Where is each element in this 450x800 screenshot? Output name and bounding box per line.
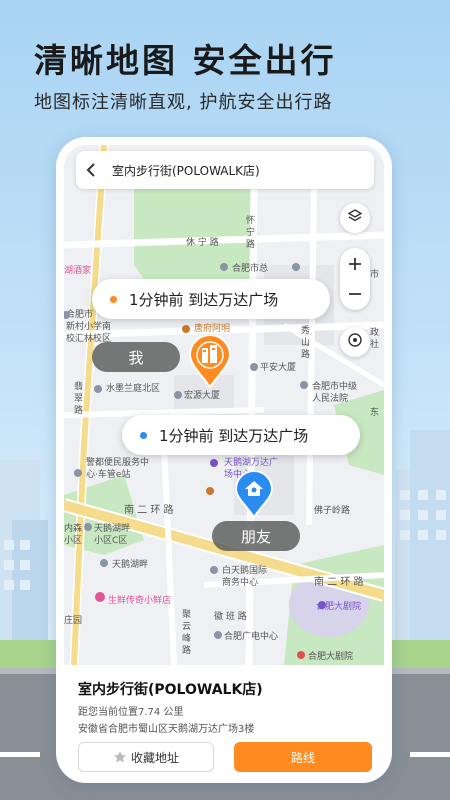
map-label: 南 二 环 路 [124,503,174,516]
map-label: 合肥大剧院 [308,650,353,662]
route-button[interactable]: 路线 [234,742,372,772]
map-label: 山 [301,337,310,348]
promo-headline: 清晰地图 安全出行 [34,41,337,80]
map-label: 合肥市 [66,308,93,320]
map-label: 徽 班 路 [214,610,247,622]
map-label: 佛子岭路 [314,504,350,516]
map-label: 南 二 环 路 [314,575,364,588]
map-label: 秀 [301,324,310,336]
map-label: 聚 [182,609,191,620]
zoom-control [340,248,370,310]
locate-button[interactable] [340,327,370,357]
locate-icon [347,332,363,352]
map-label: 云 [182,622,191,632]
map-label: 合肥广电中心 [224,630,278,642]
place-info-panel: 室内步行街(POLOWALK店) 距您当前位置7.74 公里 安徽省合肥市蜀山区… [64,665,384,775]
map-label: 内森 [64,522,82,534]
map-label: 翠 [74,393,83,404]
me-location-pin[interactable] [188,335,232,389]
favorite-address-button[interactable]: 收藏地址 [78,742,214,772]
place-name: 室内步行街(POLOWALK店) [78,682,263,698]
route-label: 路线 [290,750,315,765]
map-label: 警都便民服务中 [86,456,149,468]
map-label: 宁 [246,226,255,238]
layers-button[interactable] [340,203,370,233]
promo-subline: 地图标注清晰直观, 护航安全出行路 [34,92,333,113]
map-label: 人民法院 [312,392,348,404]
map-label: 白天鹅国际 [222,564,267,576]
map-label: 路 [301,348,310,360]
status-dot [140,431,147,439]
minus-icon [349,293,361,295]
map-label: 小区C区 [94,535,127,546]
arrival-text: 1分钟前 到达万达广场 [129,290,279,309]
star-icon [113,751,126,763]
layers-icon [347,208,363,228]
road-marking [410,752,450,757]
map-label: 新村小学南 [66,320,111,332]
map-label: 小区 [64,535,82,546]
search-bar[interactable]: 室内步行街(POLOWALK店) [76,151,374,189]
map-label: 唐府阿明 [194,322,230,334]
map-label: 庄园 [64,614,82,626]
map-label: 峰 [182,633,191,644]
arrival-text: 1分钟前 到达万达广场 [159,426,309,445]
map-view[interactable]: 怀 宁 路 休 宁 路 合肥市总 湖酒家 合肥市 新村小学南 校汇林校区 唐府阿… [64,145,384,665]
map-label: 社 [370,338,379,350]
plus-icon [349,258,361,270]
favorite-label: 收藏地址 [130,750,179,765]
map-label: 湖酒家 [64,264,91,276]
map-label: 翡 [74,380,83,392]
friend-location-pin[interactable] [234,471,274,519]
zoom-out-button[interactable] [340,279,370,309]
road-marking [0,752,40,757]
map-label: 路 [74,404,83,416]
map-label: 政 [370,326,379,338]
arrival-bubble-bottom: 1分钟前 到达万达广场 [122,415,360,455]
map-label: 生鲜传奇小鲜店 [108,594,171,606]
phone-screen: 怀 宁 路 休 宁 路 合肥市总 湖酒家 合肥市 新村小学南 校汇林校区 唐府阿… [64,145,384,775]
address-text: 安徽省合肥市蜀山区天鹅湖万达广场3楼 [78,724,255,735]
map-label: 天鹅湖万达广 [224,456,278,468]
distance-text: 距您当前位置7.74 公里 [78,707,184,718]
map-label: 平安大厦 [260,361,296,373]
map-label: 宏源大厦 [184,389,220,401]
map-label: 市 [370,268,379,280]
map-label: 天鹅湖畔 [112,558,148,570]
map-label: 路 [182,644,191,656]
back-arrow-icon[interactable] [76,151,106,189]
map-label: 路 [246,238,255,250]
friend-tag[interactable]: 朋友 [212,521,300,551]
map-label: 天鹅湖畔 [94,522,130,534]
search-query-text: 室内步行街(POLOWALK店) [112,163,260,178]
zoom-in-button[interactable] [340,249,370,279]
map-label: 怀 [246,214,255,226]
status-dot [110,295,117,303]
arrival-bubble-top: 1分钟前 到达万达广场 [92,279,330,319]
map-label: 水墨兰庭北区 [106,382,160,394]
me-tag[interactable]: 我 [92,342,180,372]
phone-frame: 怀 宁 路 休 宁 路 合肥市总 湖酒家 合肥市 新村小学南 校汇林校区 唐府阿… [56,137,392,783]
map-label: 心·车管e站 [86,468,130,480]
map-label: 东 [370,406,379,418]
map-label: 休 宁 路 [186,236,219,248]
map-label: 合肥市中级 [312,380,357,392]
map-label: 商务中心 [222,576,258,588]
map-label: 合肥市总 [232,262,268,274]
